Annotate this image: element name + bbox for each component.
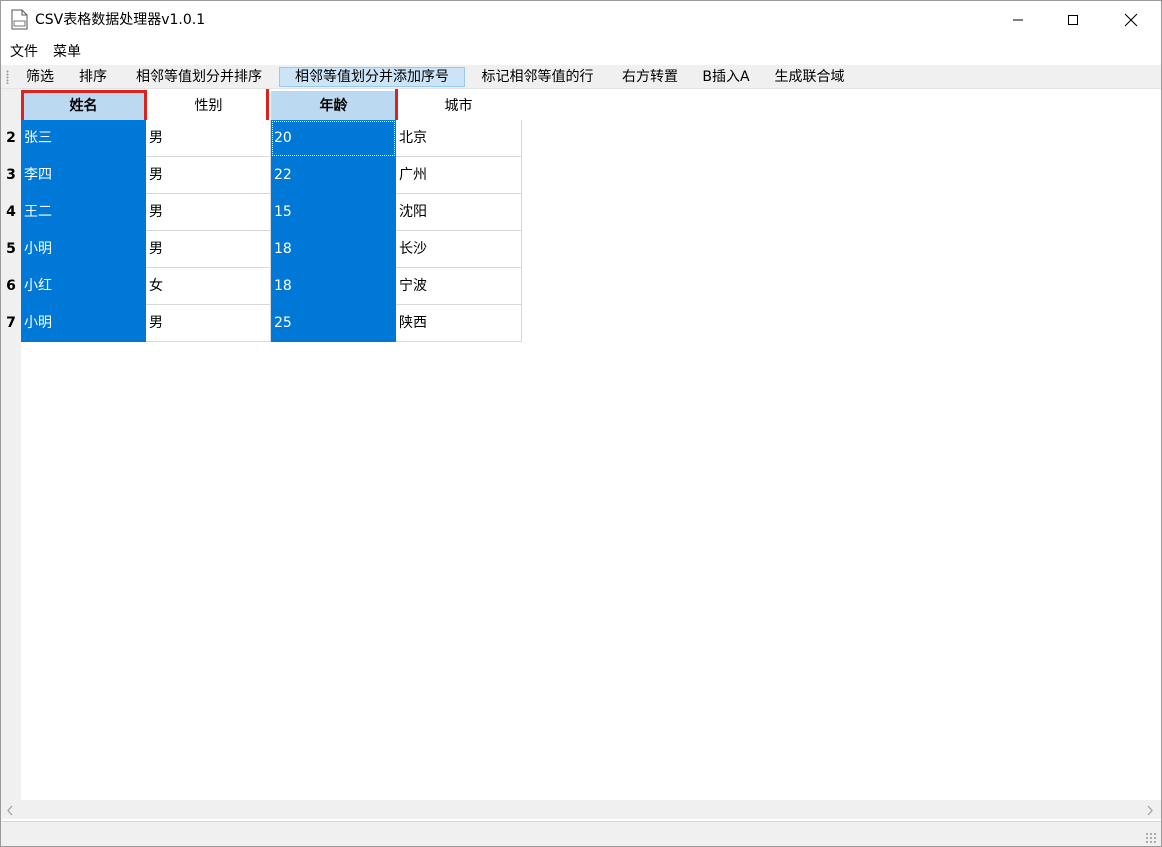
- menu-bar: 文件 菜单: [1, 41, 1161, 63]
- table-cell[interactable]: 18: [271, 231, 396, 268]
- toolbar: 筛选 排序 相邻等值划分并排序 相邻等值划分并添加序号 标记相邻等值的行 右方转…: [1, 65, 1161, 89]
- transpose-right-button[interactable]: 右方转置: [616, 67, 684, 87]
- column-header-city[interactable]: 城市: [396, 91, 521, 122]
- split-and-number-button[interactable]: 相邻等值划分并添加序号: [279, 67, 465, 87]
- table-cell[interactable]: 男: [146, 120, 271, 157]
- scroll-right-icon[interactable]: [1145, 804, 1155, 820]
- row-header[interactable]: 5: [1, 231, 21, 268]
- row-header[interactable]: 2: [1, 120, 21, 157]
- resize-grip-icon[interactable]: [1145, 832, 1157, 844]
- filter-button[interactable]: 筛选: [21, 67, 59, 87]
- table-cell[interactable]: 18: [271, 268, 396, 305]
- close-icon: [1124, 13, 1138, 27]
- row-header[interactable]: 7: [1, 305, 21, 342]
- title-bar[interactable]: CSV表格数据处理器v1.0.1: [1, 1, 1161, 39]
- horizontal-scrollbar[interactable]: [1, 800, 1161, 819]
- table-cell[interactable]: 女: [146, 268, 271, 305]
- table-cell[interactable]: 李四: [21, 157, 146, 194]
- data-grid[interactable]: 姓名 性别 年龄 城市 2 张三 男 20 北京 3 李四 男 22 广州 4 …: [1, 89, 1161, 800]
- status-bar: [1, 821, 1161, 846]
- maximize-button[interactable]: [1050, 1, 1096, 39]
- sort-button[interactable]: 排序: [74, 67, 112, 87]
- highlight-box-age: [266, 89, 398, 123]
- table-cell[interactable]: 男: [146, 194, 271, 231]
- window-title: CSV表格数据处理器v1.0.1: [35, 12, 206, 28]
- table-cell[interactable]: 20: [271, 120, 396, 157]
- table-cell[interactable]: 15: [271, 194, 396, 231]
- table-cell[interactable]: 沈阳: [396, 194, 522, 231]
- table-cell[interactable]: 王二: [21, 194, 146, 231]
- table-cell[interactable]: 北京: [396, 120, 522, 157]
- table-cell[interactable]: 张三: [21, 120, 146, 157]
- table-cell[interactable]: 长沙: [396, 231, 522, 268]
- table-cell[interactable]: 22: [271, 157, 396, 194]
- csv-file-icon: [11, 9, 28, 30]
- table-cell[interactable]: 广州: [396, 157, 522, 194]
- close-button[interactable]: [1108, 1, 1154, 39]
- column-header-gender[interactable]: 性别: [146, 91, 271, 122]
- menu-file[interactable]: 文件: [10, 42, 38, 62]
- maximize-icon: [1067, 14, 1079, 26]
- table-cell[interactable]: 小红: [21, 268, 146, 305]
- menu-menu[interactable]: 菜单: [53, 42, 81, 62]
- app-window: CSV表格数据处理器v1.0.1 文件 菜单 筛选 排序 相邻等值划分并排序 相…: [0, 0, 1162, 847]
- table-cell[interactable]: 陕西: [396, 305, 522, 342]
- table-cell[interactable]: 小明: [21, 305, 146, 342]
- split-and-sort-button[interactable]: 相邻等值划分并排序: [127, 67, 271, 87]
- minimize-icon: [1012, 14, 1024, 26]
- table-cell[interactable]: 宁波: [396, 268, 522, 305]
- toolbar-grip-icon[interactable]: [6, 70, 9, 84]
- highlight-box-name: [21, 90, 147, 123]
- b-insert-a-button[interactable]: B插入A: [698, 67, 754, 87]
- row-header[interactable]: 4: [1, 194, 21, 231]
- table-cell[interactable]: 男: [146, 231, 271, 268]
- table-cell[interactable]: 25: [271, 305, 396, 342]
- scroll-left-icon[interactable]: [5, 804, 15, 820]
- table-cell[interactable]: 男: [146, 157, 271, 194]
- mark-adjacent-rows-button[interactable]: 标记相邻等值的行: [474, 67, 601, 87]
- row-header[interactable]: 6: [1, 268, 21, 305]
- table-cell[interactable]: 小明: [21, 231, 146, 268]
- table-cell[interactable]: 男: [146, 305, 271, 342]
- minimize-button[interactable]: [995, 1, 1041, 39]
- generate-union-button[interactable]: 生成联合域: [768, 67, 851, 87]
- row-header[interactable]: 3: [1, 157, 21, 194]
